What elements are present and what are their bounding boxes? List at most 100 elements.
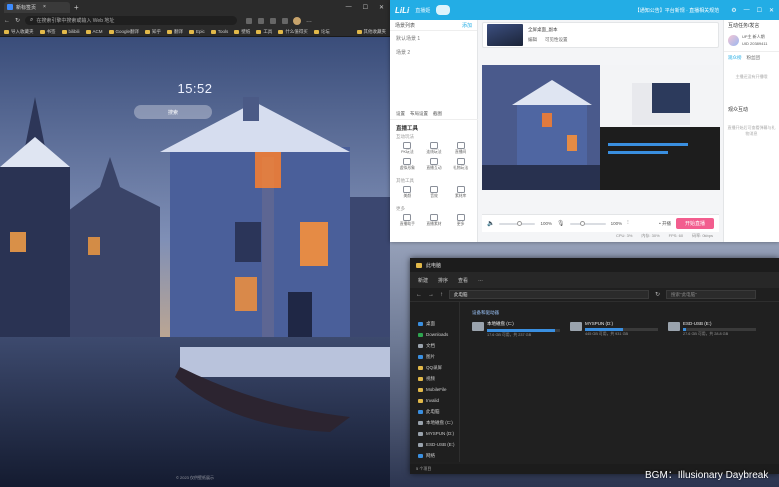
sidebar-item[interactable]: 此电脑 (410, 406, 459, 417)
address-bar[interactable]: ⌕ 在搜索引擎中搜索或输入 Web 地址 (25, 16, 238, 25)
tool-item[interactable]: 更多 (447, 214, 474, 227)
mixer-icon[interactable]: ⫶ (627, 220, 629, 227)
more-menu-icon[interactable]: … (306, 18, 312, 24)
search-button[interactable]: 搜索 (134, 105, 212, 119)
bookmark-item[interactable]: 什么值得买 (278, 29, 308, 35)
drive-free-space: 17.6 GB 可用，共 237 GB (487, 333, 532, 337)
sidebar-item[interactable]: ESD-USB (E:) (410, 439, 459, 450)
stream-preview[interactable] (482, 65, 720, 190)
tool-item[interactable]: 美颜 (394, 186, 421, 199)
bookmark-item[interactable]: Google翻译 (108, 29, 139, 35)
explorer-command[interactable]: 新建 (418, 277, 428, 284)
bookmark-item[interactable]: 论坛 (313, 29, 330, 35)
sidebar-item[interactable]: 图片 (410, 351, 459, 362)
bookmark-item[interactable]: 知乎 (145, 29, 161, 35)
sidebar-item[interactable]: MobileFile (410, 384, 459, 395)
scene-action-button[interactable]: 布局设置 (410, 111, 428, 117)
sidebar-item[interactable]: Downloads (410, 329, 459, 340)
source-thumbnail[interactable] (487, 24, 523, 46)
back-icon[interactable]: ← (4, 18, 10, 24)
bookmark-item[interactable]: 壁纸 (234, 29, 250, 35)
tool-item[interactable]: PK玩法 (394, 142, 421, 155)
drive-free-space: 445 GB 可用，共 931 GB (585, 332, 629, 336)
sidebar-item[interactable]: Invalid (410, 395, 459, 406)
tool-item[interactable]: 虚拟形象 (394, 158, 421, 171)
tab-close-icon[interactable]: × (43, 4, 67, 10)
profile-avatar[interactable] (293, 16, 302, 25)
tool-item[interactable]: 音效 (421, 186, 448, 199)
start-live-button[interactable]: 开始直播 (676, 218, 714, 229)
tool-item[interactable]: 直播互动 (421, 158, 448, 171)
refresh-icon[interactable]: ↻ (655, 291, 660, 298)
add-scene-button[interactable]: 添加 (462, 22, 472, 29)
sidebar-item[interactable]: QQ录屏 (410, 362, 459, 373)
notice-text[interactable]: 【通知公告】平台新规 · 直播相关规范 (635, 7, 719, 14)
explorer-address-bar[interactable]: 此电脑 (449, 290, 649, 299)
sidebar-item[interactable]: 桌面 (410, 318, 459, 329)
tab-fan-club[interactable]: 粉丝团 (747, 55, 761, 61)
tool-item[interactable]: 礼物玩法 (447, 158, 474, 171)
refresh-icon[interactable]: ↻ (15, 17, 20, 24)
tool-icon (403, 214, 412, 221)
up-icon[interactable]: ↑ (440, 292, 443, 298)
minimize-icon[interactable]: — (744, 7, 750, 14)
browser-tab[interactable]: 新标签页 × (4, 1, 70, 13)
drive-item[interactable]: ESD-USB (E:) 27.6 GB 可用，共 28.8 GB (668, 321, 756, 338)
explorer-command[interactable]: 排序 (438, 277, 448, 284)
tool-item[interactable]: 直播间 (447, 142, 474, 155)
bookmark-item[interactable]: 翻译 (167, 29, 183, 35)
tab-audience-rank[interactable]: 观众榜 (728, 55, 742, 61)
downloads-icon[interactable] (282, 17, 289, 24)
scene-action-button[interactable]: 截图 (433, 111, 442, 117)
tool-item[interactable]: 直播素材 (421, 214, 448, 227)
scene-item[interactable]: 场景 2 (390, 45, 477, 59)
mic-icon[interactable]: 🎙 (557, 220, 565, 227)
bookmark-item[interactable]: bilibili (61, 29, 80, 34)
collections-icon[interactable] (270, 17, 277, 24)
status-item: 码率: 0kbps (692, 233, 713, 238)
bookmark-other[interactable]: 其他收藏夹 (356, 29, 386, 35)
more-options[interactable]: • 开播 (659, 221, 671, 227)
scene-item[interactable]: 默认场景 1 (390, 31, 477, 45)
forward-icon[interactable]: → (428, 292, 434, 298)
tool-item[interactable]: 素材库 (447, 186, 474, 199)
explorer-command[interactable]: 查看 (458, 277, 468, 284)
sidebar-item[interactable]: 文档 (410, 340, 459, 351)
back-icon[interactable]: ← (416, 292, 422, 298)
explorer-command[interactable]: … (478, 277, 483, 283)
bookmark-item[interactable]: Tools (210, 29, 228, 34)
bookmark-item[interactable]: 书签 (39, 29, 56, 35)
new-tab-icon[interactable]: + (74, 3, 79, 12)
bookmark-item[interactable]: Epic (189, 29, 205, 34)
mic-volume-slider[interactable] (569, 220, 606, 226)
edit-source-button[interactable]: 编辑 (528, 37, 537, 43)
sidebar-item[interactable]: MYSPUN (D:) (410, 428, 459, 439)
tool-item[interactable]: 连线玩法 (421, 142, 448, 155)
user-card[interactable]: UP主 新人期 UID 20389411 (724, 31, 779, 49)
extensions-icon[interactable] (246, 17, 253, 24)
drive-item[interactable]: MYSPUN (D:) 445 GB 可用，共 931 GB (570, 321, 658, 338)
bookmark-item[interactable]: 工具 (256, 29, 272, 35)
bookmark-item[interactable]: ACM (85, 29, 103, 34)
favorites-icon[interactable] (258, 17, 265, 24)
settings-icon[interactable]: ⚙ (731, 7, 736, 14)
desktop-volume-slider[interactable] (499, 220, 536, 226)
sidebar-item[interactable]: 网络 (410, 450, 459, 461)
maximize-icon[interactable]: ☐ (363, 4, 368, 11)
sidebar-item[interactable]: 本地磁盘 (C:) (410, 417, 459, 428)
scene-action-button[interactable]: 设置 (396, 111, 405, 117)
tool-item[interactable]: 直播助手 (394, 214, 421, 227)
close-icon[interactable]: ✕ (379, 4, 384, 11)
maximize-icon[interactable]: ☐ (757, 7, 762, 14)
sidebar-item[interactable]: 视频 (410, 373, 459, 384)
user-id: UID 20389411 (742, 41, 768, 46)
speaker-icon[interactable]: 🔈 (487, 220, 494, 227)
drive-item[interactable]: 本地磁盘 (C:) 17.6 GB 可用，共 237 GB (472, 321, 560, 338)
folder-icon (418, 332, 423, 337)
visibility-button[interactable]: 可见性设置 (545, 37, 568, 43)
bookmark-item[interactable]: 导入收藏夹 (4, 29, 34, 35)
minimize-icon[interactable]: — (346, 4, 352, 11)
explorer-search-input[interactable]: 搜索"此电脑" (666, 290, 757, 299)
browser-titlebar: 新标签页 × + — ☐ ✕ (0, 0, 390, 14)
close-icon[interactable]: ✕ (769, 7, 774, 14)
